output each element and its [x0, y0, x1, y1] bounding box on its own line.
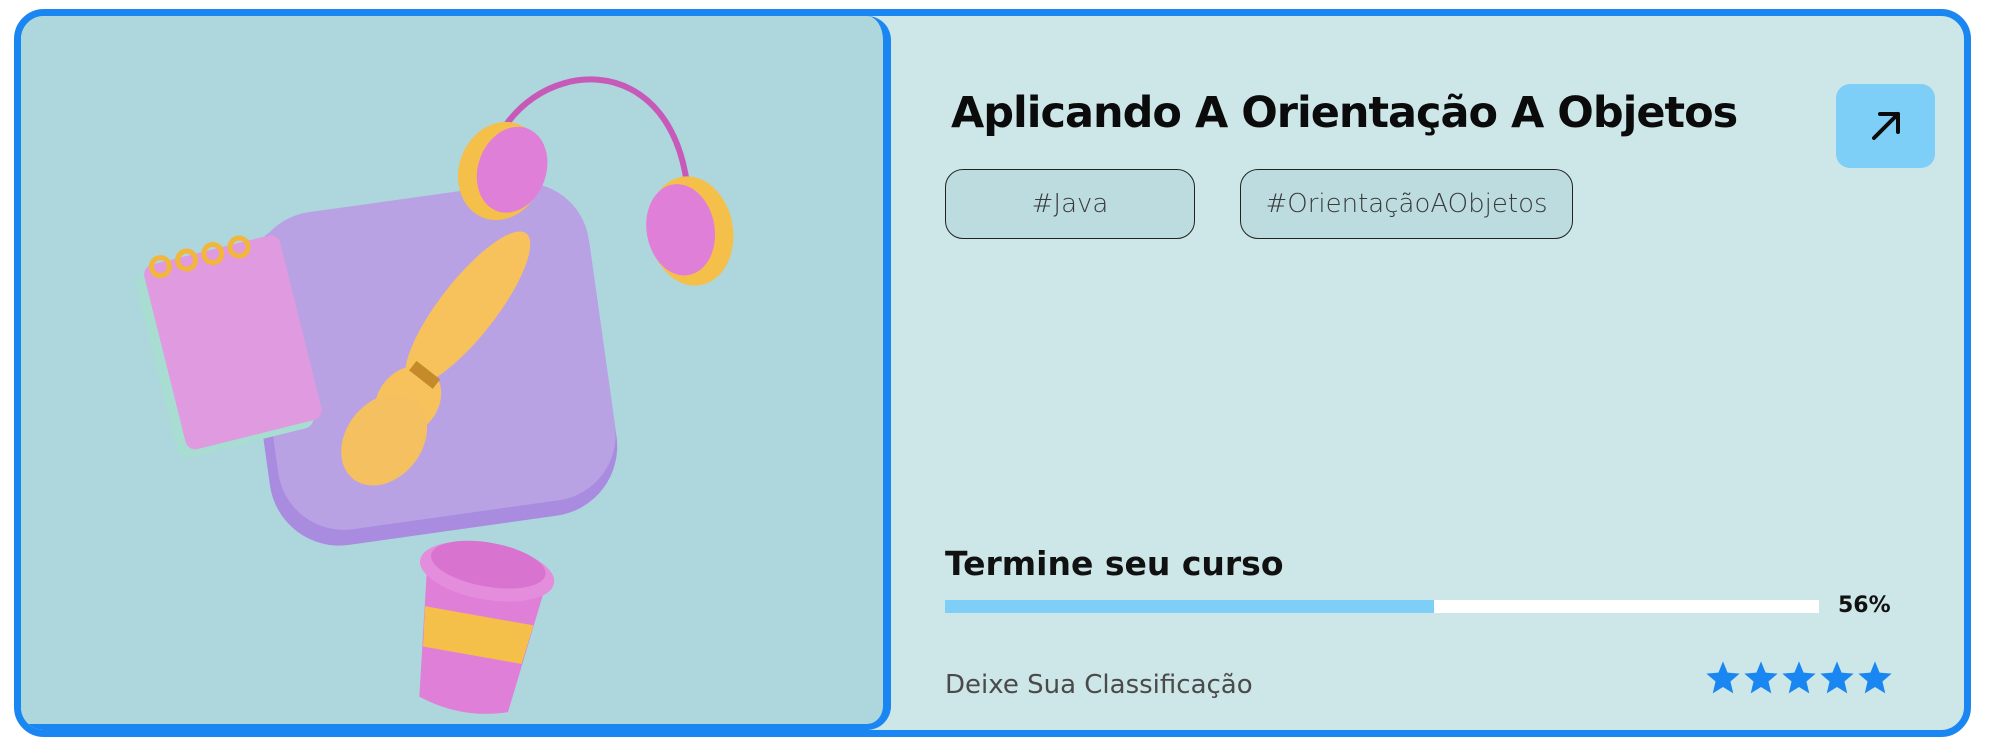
rating-stars — [1704, 659, 1894, 697]
course-title: Aplicando A Orientação A Objetos — [951, 88, 1738, 138]
rating-label: Deixe Sua Classificação — [945, 670, 1253, 700]
course-illustration — [21, 16, 891, 730]
course-card: Aplicando A Orientação A Objetos #Java #… — [14, 9, 1971, 737]
star-icon[interactable] — [1704, 659, 1742, 697]
progress-fill — [945, 600, 1435, 613]
star-icon[interactable] — [1742, 659, 1780, 697]
tag-java[interactable]: #Java — [945, 169, 1195, 239]
tag-orientacao-a-objetos[interactable]: #OrientaçãoAObjetos — [1240, 169, 1573, 239]
illustration-icon — [135, 76, 734, 714]
star-icon[interactable] — [1818, 659, 1856, 697]
arrow-up-right-icon — [1871, 112, 1900, 140]
progress-title: Termine seu curso — [945, 544, 1284, 583]
progress-value: 56% — [1838, 593, 1891, 618]
star-icon[interactable] — [1856, 659, 1894, 697]
star-icon[interactable] — [1780, 659, 1818, 697]
progress-bar — [945, 600, 1819, 613]
open-course-button[interactable] — [1836, 84, 1935, 168]
